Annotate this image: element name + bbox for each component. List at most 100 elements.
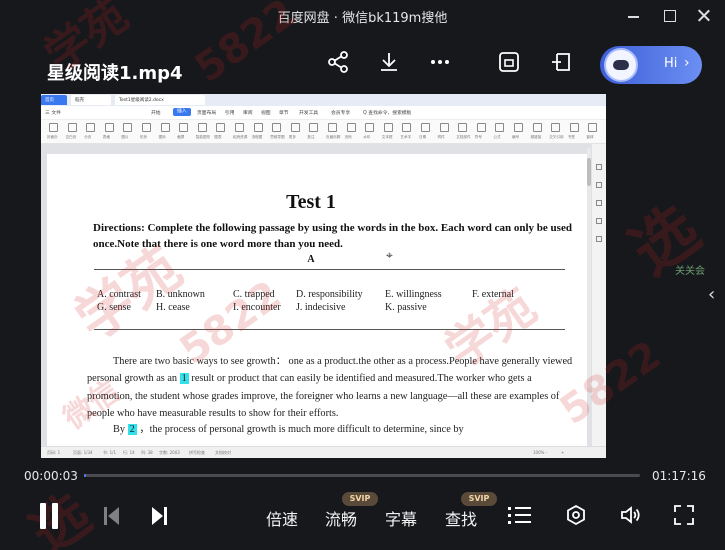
toolbar-icon	[49, 123, 58, 132]
toolbar-icon	[495, 123, 505, 132]
toolbar-icon	[402, 123, 412, 132]
previous-button[interactable]	[104, 507, 120, 525]
toolbar-icon	[235, 123, 244, 132]
toolbar-label: 分页	[84, 135, 92, 139]
menu-item-active: 插入	[173, 108, 191, 116]
vertical-scrollbar	[587, 148, 591, 388]
toolbar-label: 图标	[158, 135, 166, 139]
assistant-label: Hi	[664, 56, 678, 71]
passage-paragraph-1: There are two basic ways to see growth： …	[87, 353, 573, 422]
window-title: 百度网盘 · 微信bk119m搜他	[277, 11, 448, 26]
volume-icon[interactable]	[619, 503, 643, 527]
toolbar-icon	[142, 123, 151, 132]
toolbar-label: 页眉页脚	[326, 135, 341, 139]
minimize-button[interactable]	[624, 6, 644, 26]
menu-item: 审阅	[243, 111, 253, 116]
chevron-right-icon: ›	[684, 55, 690, 71]
toolbar-label: 附件	[437, 135, 445, 139]
assistant-button[interactable]: Hi ›	[600, 46, 702, 84]
status-item: 文档校对	[215, 450, 231, 455]
toolbar-label: 水印	[363, 135, 371, 139]
wps-status-bar: 页码: 1 页面: 1/34 节: 1/1 行: 14 列: 38 字数: 20…	[41, 446, 606, 458]
share-icon[interactable]	[326, 50, 350, 74]
tab-home: 首页	[41, 95, 67, 105]
toolbar-icon	[86, 123, 96, 132]
zoom-in: +	[561, 450, 565, 455]
toolbar-label: 形状	[140, 135, 148, 139]
toolbar-icon	[197, 123, 207, 132]
quality-button[interactable]: 流畅	[325, 506, 357, 530]
pause-button[interactable]	[38, 503, 60, 529]
current-time: 00:00:03	[24, 469, 78, 483]
toolbar-icon	[476, 123, 486, 132]
passage-text: ，the process of personal growth is much …	[136, 424, 464, 435]
more-icon[interactable]	[428, 50, 452, 74]
toolbar-label: 书签	[567, 135, 575, 139]
view-mode-icon[interactable]	[564, 503, 588, 527]
toolbar-icon	[67, 123, 77, 132]
status-item: 列: 38	[141, 450, 153, 455]
toolbar-icon	[104, 123, 114, 132]
menu-item: 引用	[225, 111, 235, 116]
subtitle-button[interactable]: 字幕	[385, 506, 417, 530]
video-frame[interactable]: 首页 稻壳 Test1星级阅读2.docx 三 文件 开始 插入 页面布局 引用…	[41, 94, 606, 458]
toolbar-icon	[160, 123, 170, 132]
word-option: K. passive	[385, 302, 427, 313]
word-option: J. indecisive	[296, 302, 346, 313]
toolbar-label: 日期	[419, 135, 427, 139]
search-button[interactable]: 查找	[445, 506, 477, 530]
toolbar-icon	[551, 123, 561, 132]
toolbar-label: 流程图	[251, 135, 263, 139]
toolbar-label: 表格	[102, 135, 110, 139]
menu-search: Q 查找命令、搜索模板	[363, 111, 412, 116]
word-option: F. external	[472, 289, 514, 300]
menu-item: 会员专享	[331, 111, 351, 116]
maximize-button[interactable]	[660, 6, 680, 26]
toolbar-icon	[346, 123, 356, 132]
section-label: A	[307, 254, 315, 265]
playlist-icon[interactable]	[508, 504, 532, 526]
toolbar-label: 稻壳资源	[233, 135, 248, 139]
toolbar-label: 更多	[288, 135, 296, 139]
toolbar-icon	[216, 123, 226, 132]
progress-bar[interactable]	[84, 474, 640, 477]
toolbar-label: 图表	[214, 135, 222, 139]
toolbar-label: 图片	[121, 135, 129, 139]
wps-tab-bar: 首页 稻壳 Test1星级阅读2.docx	[41, 94, 606, 106]
toolbar-icon	[514, 123, 523, 132]
download-icon[interactable]	[377, 50, 401, 74]
status-item: 节: 1/1	[103, 450, 117, 455]
svip-badge: SVIP	[461, 492, 497, 506]
toolbar-label: 符号	[474, 135, 482, 139]
menu-item: 章节	[279, 111, 289, 116]
fullscreen-icon[interactable]	[672, 503, 696, 527]
word-option: C. trapped	[233, 289, 275, 300]
word-option: A. contrast	[97, 289, 141, 300]
speed-button[interactable]: 倍速	[266, 506, 298, 530]
toolbar-icon	[179, 123, 189, 132]
screenshot-icon[interactable]	[497, 50, 521, 74]
status-item: 页面: 1/34	[73, 450, 93, 455]
word-option: E. willingness	[385, 289, 442, 300]
next-button[interactable]	[152, 507, 168, 525]
close-button[interactable]	[694, 6, 714, 26]
word-box: A. contrast B. unknown C. trapped D. res…	[94, 269, 565, 330]
blank-number: 1	[179, 373, 189, 385]
status-item: 拼写检查	[189, 450, 205, 455]
toolbar-icon	[532, 123, 542, 132]
toolbar-label: 空白页	[65, 135, 77, 139]
mouse-cursor-icon: ⌖	[386, 248, 393, 262]
document-directions: Directions: Complete the following passa…	[93, 222, 572, 250]
wps-menu-bar: 三 文件 开始 插入 页面布局 引用 审阅 视图 章节 开发工具 会员专享 Q …	[41, 106, 606, 120]
menu-item: 页面布局	[197, 111, 217, 116]
toolbar-icon	[458, 123, 468, 132]
floating-window-icon[interactable]	[549, 50, 573, 74]
status-item: 行: 14	[123, 450, 135, 455]
status-item: 页码: 1	[47, 450, 61, 455]
toolbar-icon	[383, 123, 393, 132]
wps-side-tools	[592, 144, 606, 446]
menu-item: 视图	[261, 111, 271, 116]
toolbar-label: 编号	[512, 135, 520, 139]
collapse-arrow-icon[interactable]: ‹	[708, 284, 715, 305]
toolbar-icon	[588, 123, 598, 132]
